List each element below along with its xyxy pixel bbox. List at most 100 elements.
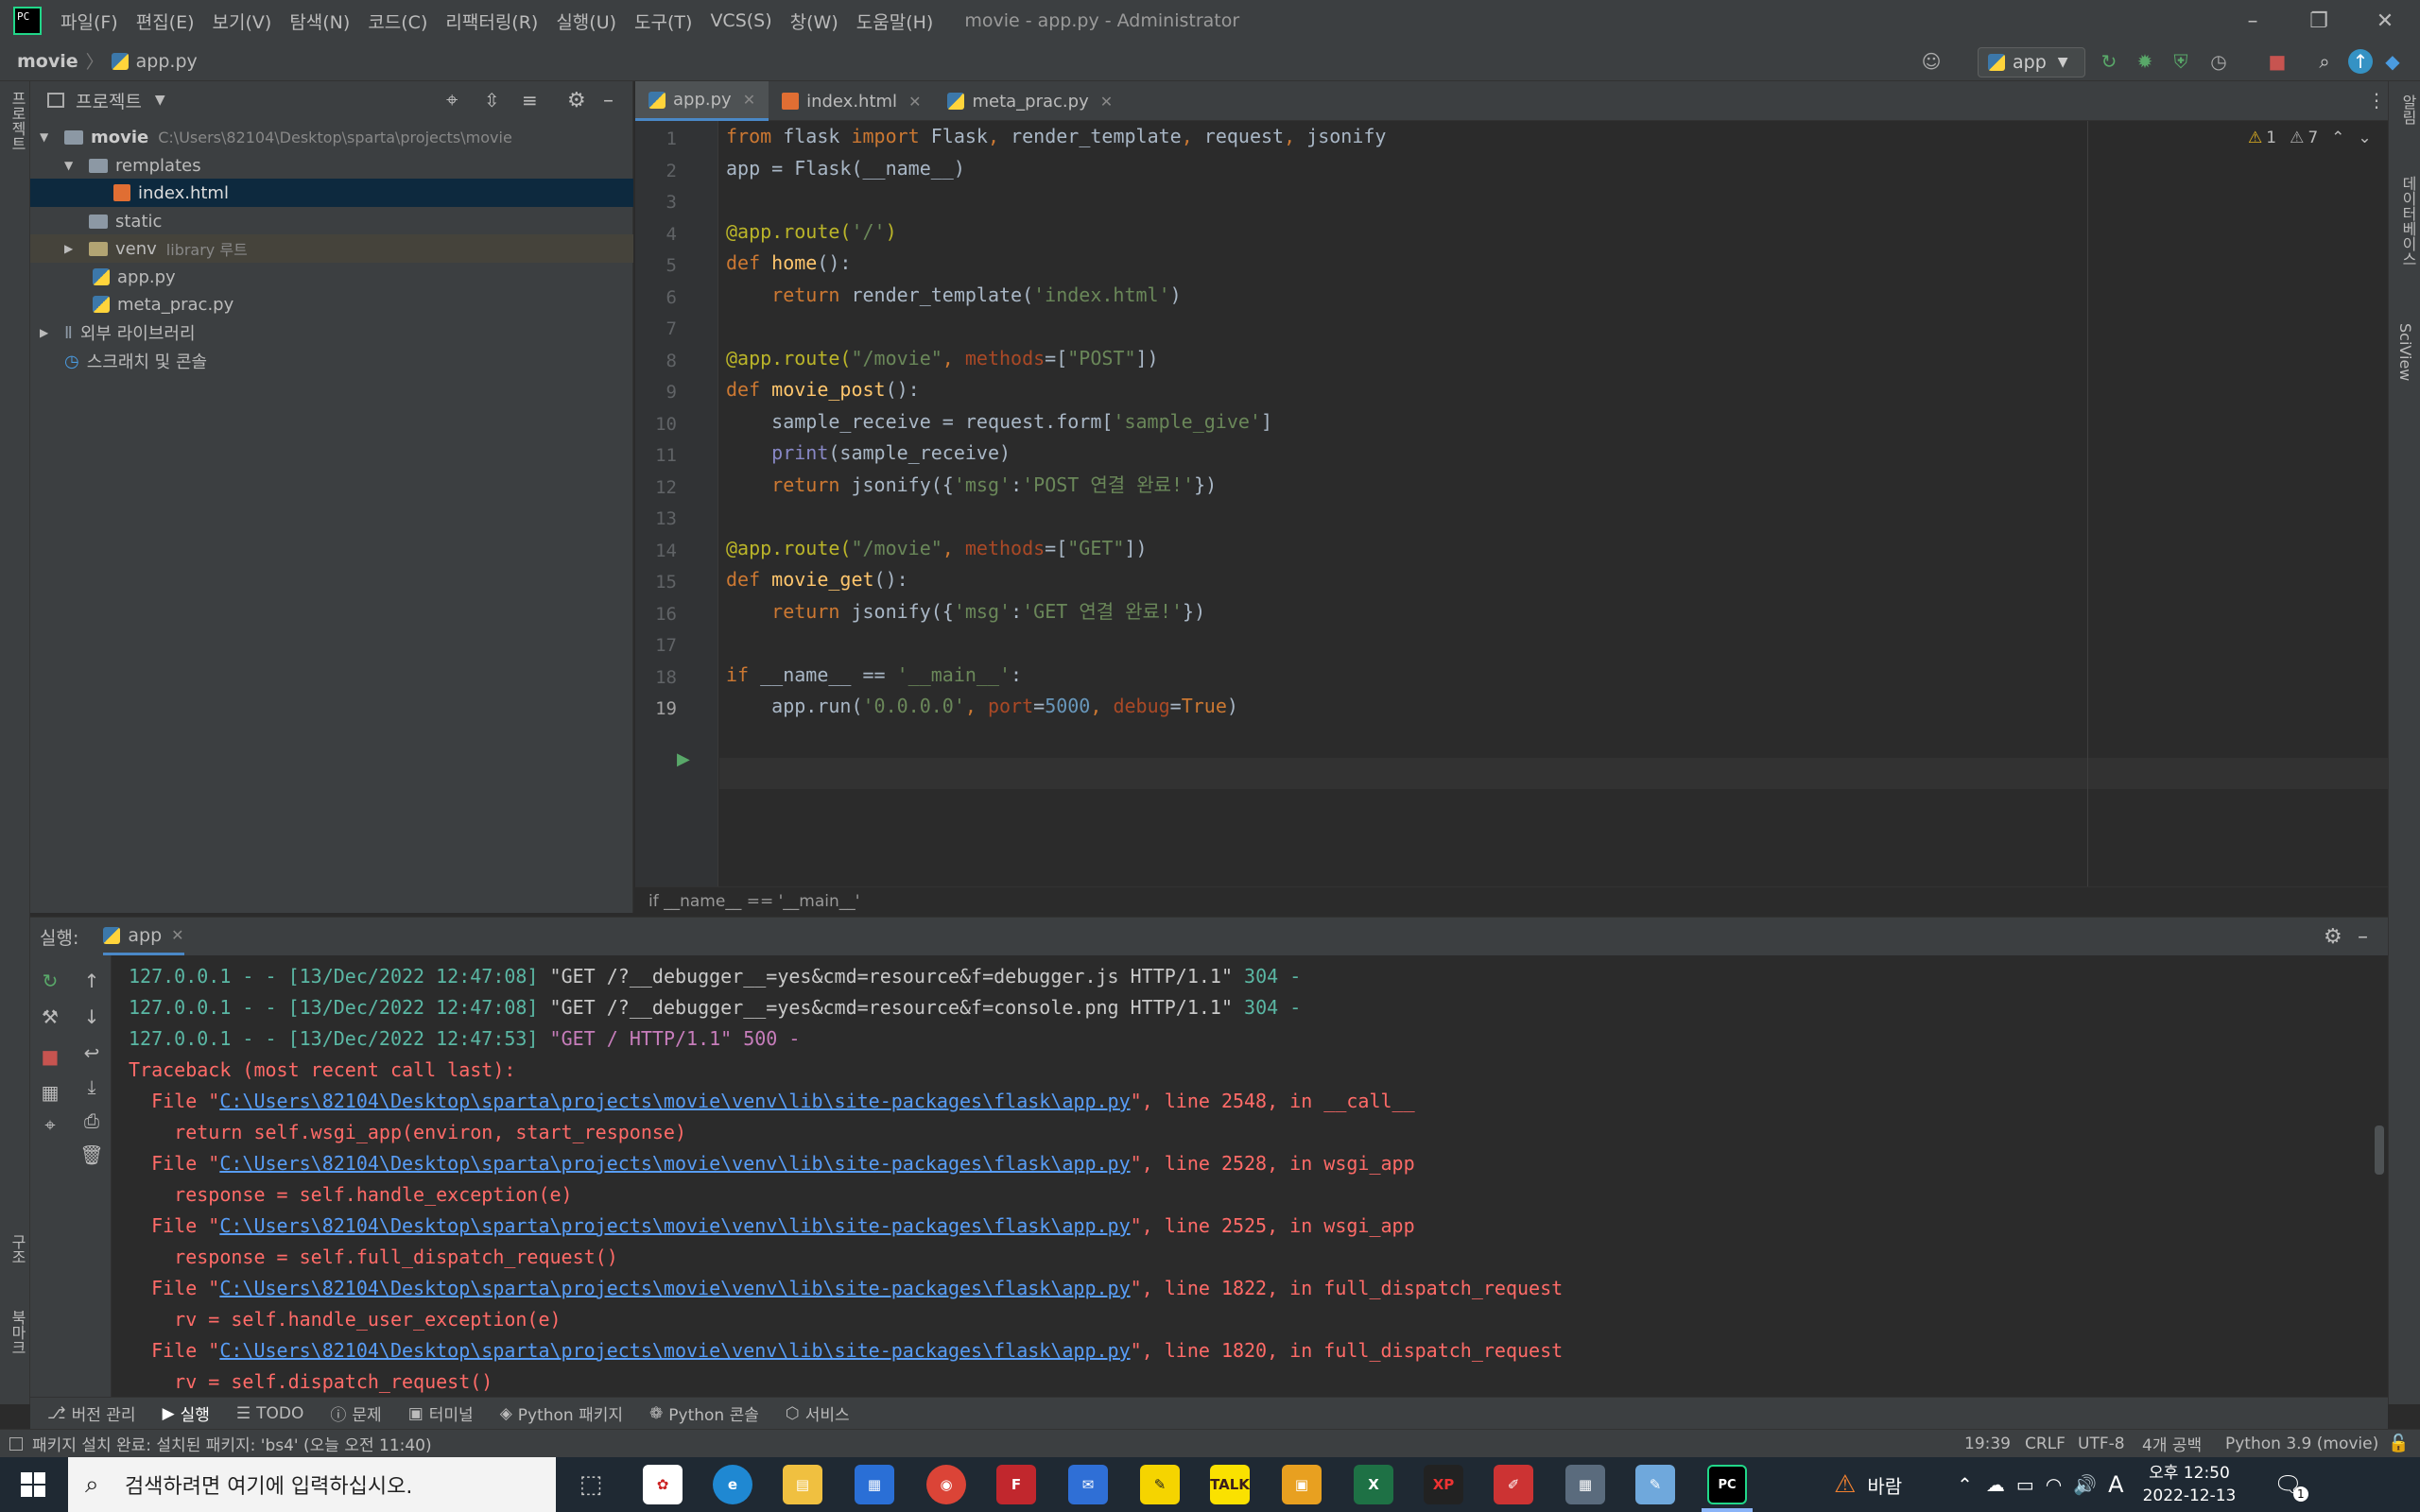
soft-wrap-icon[interactable]: ↩ bbox=[79, 1040, 104, 1065]
code-line[interactable]: @app.route('/') bbox=[726, 216, 897, 248]
editor-breadcrumb-text[interactable]: if __name__ == '__main__' bbox=[648, 892, 859, 911]
pdf-app-icon[interactable]: ✐ bbox=[1494, 1465, 1533, 1504]
structure-tool-tab[interactable]: 구조 bbox=[6, 1234, 28, 1264]
edge-app-icon[interactable]: e bbox=[713, 1465, 752, 1504]
paint-app-icon[interactable]: ✿ bbox=[643, 1465, 683, 1504]
chevron-up-icon[interactable]: ⌃ bbox=[2331, 129, 2344, 147]
code-area[interactable]: from flask import Flask, render_template… bbox=[726, 121, 2295, 896]
console-file-link[interactable]: C:\Users\82104\Desktop\sparta\projects\m… bbox=[219, 1214, 1130, 1237]
caret-position[interactable]: 19:39 bbox=[1964, 1435, 2011, 1453]
console-file-link[interactable]: C:\Users\82104\Desktop\sparta\projects\m… bbox=[219, 1339, 1130, 1362]
sticky-notes-app-icon[interactable]: ✎ bbox=[1140, 1465, 1180, 1504]
gear-icon[interactable]: ⚙ bbox=[567, 89, 586, 112]
print-icon[interactable]: ⎙ bbox=[79, 1108, 104, 1133]
notification-icon[interactable]: 🗨 1 bbox=[2273, 1471, 2308, 1502]
filezilla-app-icon[interactable]: F bbox=[996, 1465, 1036, 1504]
tab-meta-prac[interactable]: meta_prac.py ✕ bbox=[934, 81, 1126, 121]
battery-icon[interactable]: ▭ bbox=[2016, 1473, 2034, 1496]
scroll-to-end-icon[interactable]: ⤓ bbox=[79, 1074, 104, 1099]
excel-app-icon[interactable]: X bbox=[1354, 1465, 1393, 1504]
tool-tab-5[interactable]: ◈ Python 패키지 bbox=[500, 1401, 623, 1426]
code-line[interactable]: return render_template('index.html') bbox=[726, 280, 1182, 311]
menu-edit[interactable]: 편집(E) bbox=[136, 9, 195, 34]
close-tab-icon[interactable]: ✕ bbox=[908, 93, 921, 111]
run-tab-app[interactable]: app ✕ bbox=[103, 918, 184, 955]
run-config-select[interactable]: app ▼ bbox=[1978, 47, 2085, 77]
stop-icon[interactable]: ■ bbox=[38, 1044, 62, 1069]
weather-icon[interactable]: ⚠ bbox=[1834, 1470, 1856, 1499]
breadcrumb-file[interactable]: app.py bbox=[136, 51, 198, 72]
menu-tools[interactable]: 도구(T) bbox=[634, 9, 692, 34]
wifi-icon[interactable]: ◠ bbox=[2046, 1473, 2062, 1496]
tree-item-static[interactable]: static bbox=[30, 207, 633, 235]
code-line[interactable]: return jsonify({'msg':'POST 연결 완료!'}) bbox=[726, 470, 1217, 501]
taskbar-search-box[interactable]: ⌕ 검색하려면 여기에 입력하십시오. bbox=[68, 1457, 556, 1512]
console-file-link[interactable]: C:\Users\82104\Desktop\sparta\projects\m… bbox=[219, 1277, 1130, 1299]
chevron-down-icon[interactable]: ⌄ bbox=[2358, 129, 2371, 147]
calculator-app-icon[interactable]: ▦ bbox=[1565, 1465, 1605, 1504]
locate-icon[interactable]: ⌖ bbox=[446, 89, 458, 112]
database-tool-tab[interactable]: 데이터베이스 bbox=[2396, 176, 2419, 266]
breadcrumb-project[interactable]: movie bbox=[17, 51, 78, 72]
tree-item-app-py[interactable]: app.py bbox=[30, 263, 633, 291]
code-line[interactable]: def home(): bbox=[726, 248, 851, 279]
tool-tab-4[interactable]: ▣ 터미널 bbox=[408, 1401, 474, 1426]
close-icon[interactable]: ✕ bbox=[2354, 0, 2416, 42]
tool-tab-7[interactable]: ⬡ 서비스 bbox=[786, 1401, 850, 1426]
tool-tab-1[interactable]: ▶ 실행 bbox=[163, 1401, 210, 1426]
code-line[interactable]: return jsonify({'msg':'GET 연결 완료!'}) bbox=[726, 596, 1205, 627]
ime-indicator[interactable]: A bbox=[2108, 1471, 2123, 1498]
xp-hub-app-icon[interactable]: XP bbox=[1424, 1465, 1463, 1504]
tab-index-html[interactable]: index.html ✕ bbox=[769, 81, 934, 121]
hide-panel-icon[interactable]: – bbox=[603, 89, 614, 112]
menu-code[interactable]: 코드(C) bbox=[368, 9, 427, 34]
close-tab-icon[interactable]: ✕ bbox=[171, 926, 183, 944]
clock[interactable]: 오후 12:50 2022-12-13 bbox=[2143, 1462, 2237, 1507]
project-tool-tab[interactable]: 프로젝트 bbox=[6, 91, 28, 151]
update-icon[interactable]: ↑ bbox=[2348, 49, 2373, 74]
code-line[interactable]: @app.route("/movie", methods=["POST"]) bbox=[726, 343, 1159, 374]
run-console-output[interactable]: 127.0.0.1 - - [13/Dec/2022 12:47:08] "GE… bbox=[129, 961, 2378, 1396]
notepad-app-icon[interactable]: ✎ bbox=[1635, 1465, 1675, 1504]
tree-item-templates[interactable]: ▼ remplates bbox=[30, 151, 633, 180]
arrow-up-icon[interactable]: ↑ bbox=[79, 969, 104, 993]
explorer-app-icon[interactable]: ▤ bbox=[783, 1465, 822, 1504]
bookmarks-tool-tab[interactable]: 북마크 bbox=[6, 1310, 28, 1355]
code-line[interactable]: @app.route("/movie", methods=["GET"]) bbox=[726, 533, 1148, 564]
code-line[interactable]: print(sample_receive) bbox=[726, 438, 1011, 469]
expand-all-icon[interactable]: ⇳ bbox=[484, 89, 500, 112]
windows-start-icon[interactable] bbox=[21, 1472, 45, 1497]
collapse-all-icon[interactable]: ≡ bbox=[522, 89, 538, 112]
menu-file[interactable]: 파일(F) bbox=[60, 9, 118, 34]
tool-tab-6[interactable]: ❁ Python 콘솔 bbox=[649, 1401, 759, 1426]
pycharm-taskbar-icon[interactable]: PC bbox=[1707, 1465, 1747, 1504]
weather-text[interactable]: 바람 bbox=[1867, 1471, 1902, 1499]
console-file-link[interactable]: C:\Users\82104\Desktop\sparta\projects\m… bbox=[219, 1090, 1130, 1112]
tab-app-py[interactable]: app.py ✕ bbox=[635, 81, 769, 121]
chevron-down-icon[interactable]: ▼ bbox=[155, 93, 165, 108]
menu-run[interactable]: 실행(U) bbox=[556, 9, 616, 34]
volume-icon[interactable]: 🔊 bbox=[2073, 1473, 2097, 1496]
menu-view[interactable]: 보기(V) bbox=[213, 9, 272, 34]
menu-navigate[interactable]: 탐색(N) bbox=[289, 9, 350, 34]
status-message[interactable]: 패키지 설치 완료: 설치된 패키지: 'bs4' (오늘 오전 11:40) bbox=[32, 1432, 432, 1455]
jetbrains-icon[interactable]: ◆ bbox=[2380, 49, 2405, 74]
restore-icon[interactable]: ❐ bbox=[2288, 0, 2350, 42]
code-line[interactable]: def movie_get(): bbox=[726, 564, 908, 595]
mail-app-icon[interactable]: ✉ bbox=[1068, 1465, 1108, 1504]
gear-icon[interactable]: ⚙ bbox=[2324, 925, 2342, 949]
code-line[interactable]: app.run('0.0.0.0', port=5000, debug=True… bbox=[726, 691, 1238, 722]
line-separator[interactable]: CRLF bbox=[2025, 1435, 2066, 1453]
menu-vcs[interactable]: VCS(S) bbox=[710, 10, 771, 31]
layout-icon[interactable]: ▦ bbox=[38, 1080, 62, 1105]
stop-icon[interactable]: ■ bbox=[2265, 49, 2290, 74]
minimize-icon[interactable]: – bbox=[2221, 0, 2284, 42]
store-app-icon[interactable]: ▦ bbox=[855, 1465, 894, 1504]
indent-setting[interactable]: 4개 공백 bbox=[2142, 1432, 2202, 1455]
more-tabs-icon[interactable]: ⋮ bbox=[2367, 89, 2386, 112]
search-icon[interactable]: ⌕ bbox=[2312, 49, 2337, 74]
close-tab-icon[interactable]: ✕ bbox=[1100, 93, 1113, 111]
tool-tab-2[interactable]: ☰ TODO bbox=[236, 1404, 304, 1423]
code-line[interactable]: def movie_post(): bbox=[726, 374, 920, 405]
run-gutter-icon[interactable]: ▶ bbox=[677, 749, 690, 769]
